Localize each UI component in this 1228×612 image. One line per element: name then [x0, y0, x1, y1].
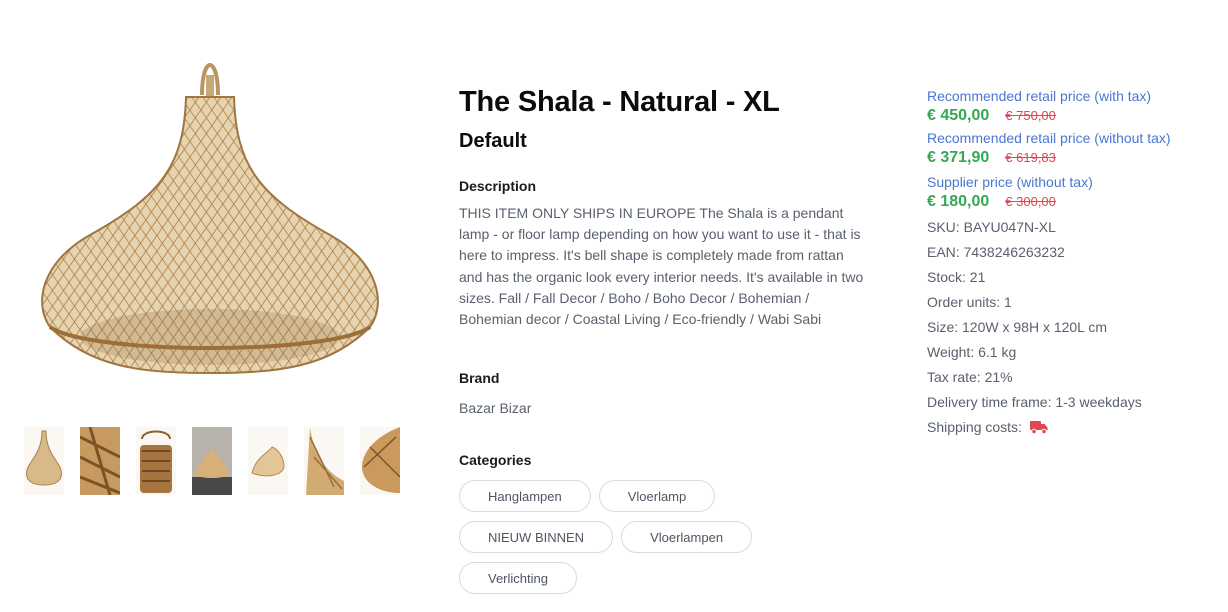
- rrp-notax-label: Recommended retail price (without tax): [927, 130, 1171, 146]
- thumbnail-2[interactable]: [80, 427, 120, 495]
- thumbnail-7[interactable]: [360, 427, 400, 495]
- thumbnail-strip: [24, 427, 400, 495]
- spec-sku: SKU: BAYU047N-XL: [927, 219, 1056, 235]
- rrp-tax-label: Recommended retail price (with tax): [927, 88, 1152, 104]
- product-gallery: [0, 0, 420, 612]
- category-chip-hanglampen[interactable]: Hanglampen: [459, 480, 591, 513]
- category-chip-nieuw-binnen[interactable]: NIEUW BINNEN: [459, 521, 614, 554]
- thumbnail-6[interactable]: [304, 427, 344, 495]
- description-text: THIS ITEM ONLY SHIPS IN EUROPE The Shala…: [459, 205, 864, 328]
- rrp-notax-old-price: € 619,83: [1005, 150, 1056, 165]
- category-chip-vloerlampen[interactable]: Vloerlampen: [621, 521, 753, 554]
- spec-size: Size: 120W x 98H x 120L cm: [927, 319, 1108, 335]
- rrp-notax-row: € 371,90 € 619,83: [927, 149, 1217, 167]
- truck-icon: [1029, 417, 1048, 442]
- supplier-old-price: € 300,00: [1005, 194, 1056, 209]
- description-label: Description: [459, 178, 537, 194]
- supplier-price: € 180,00: [927, 193, 990, 210]
- rrp-tax-row: € 450,00 € 750,00: [927, 107, 1217, 125]
- spec-list: SKU: BAYU047N-XL EAN: 7438246263232 Stoc…: [927, 215, 1217, 442]
- brand-name: Bazar Bizar: [459, 400, 532, 417]
- thumbnail-4[interactable]: [192, 427, 232, 495]
- thumbnail-3[interactable]: [136, 427, 176, 495]
- category-chip-verlichting[interactable]: Verlichting: [459, 562, 577, 595]
- product-title: The Shala - Natural - XL: [459, 86, 780, 118]
- supplier-price-row: € 180,00 € 300,00: [927, 193, 1217, 211]
- shipping-costs-label: Shipping costs:: [927, 419, 1022, 435]
- pricing-panel: Recommended retail price (with tax) € 45…: [927, 87, 1217, 442]
- rrp-tax-old-price: € 750,00: [1005, 108, 1056, 123]
- main-product-image[interactable]: [30, 55, 390, 415]
- supplier-price-label: Supplier price (without tax): [927, 174, 1093, 190]
- category-chip-vloerlamp[interactable]: Vloerlamp: [598, 480, 716, 513]
- spec-order-units: Order units: 1: [927, 294, 1012, 310]
- categories-label: Categories: [459, 452, 532, 469]
- rrp-notax-price: € 371,90: [927, 149, 990, 166]
- category-chips: Hanglampen Vloerlamp NIEUW BINNEN Vloerl…: [459, 480, 779, 595]
- spec-weight: Weight: 6.1 kg: [927, 344, 1017, 360]
- spec-delivery: Delivery time frame: 1-3 weekdays: [927, 394, 1142, 410]
- rrp-tax-price: € 450,00: [927, 107, 990, 124]
- spec-ean: EAN: 7438246263232: [927, 244, 1065, 260]
- thumbnail-5[interactable]: [248, 427, 288, 495]
- thumbnail-1[interactable]: [24, 427, 64, 495]
- spec-shipping: Shipping costs:: [927, 415, 1217, 442]
- brand-label: Brand: [459, 370, 500, 387]
- product-details: The Shala - Natural - XL Default Descrip…: [459, 84, 879, 595]
- spec-stock: Stock: 21: [927, 269, 986, 285]
- spec-tax-rate: Tax rate: 21%: [927, 369, 1013, 385]
- product-variant: Default: [459, 130, 527, 152]
